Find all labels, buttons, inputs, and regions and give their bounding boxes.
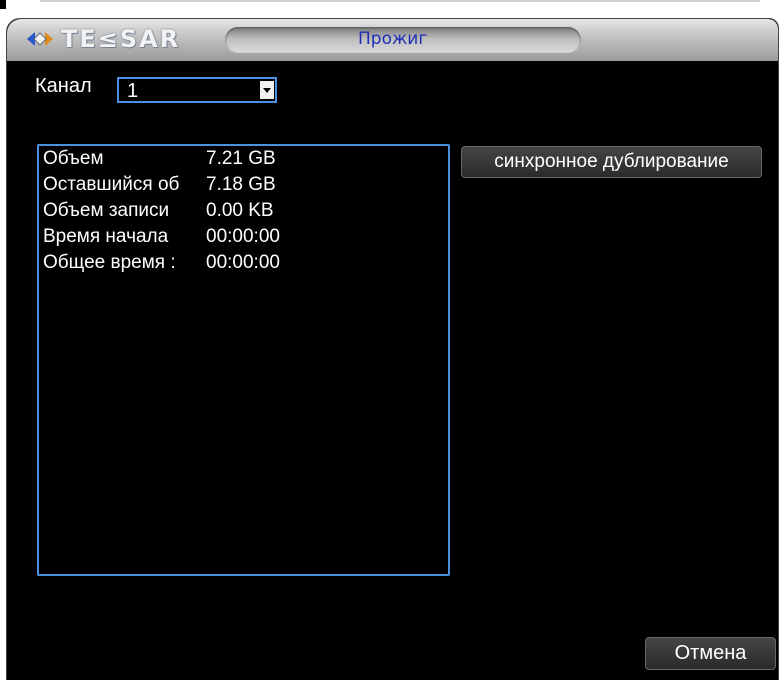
screen: TE≤SAR Прожиг Канал 1 Объем 7.21 GB Остав… bbox=[0, 0, 779, 687]
top-edge bbox=[0, 0, 779, 20]
channel-value: 1 bbox=[127, 80, 139, 102]
info-value: 7.18 GB bbox=[206, 174, 276, 195]
title-bar[interactable]: TE≤SAR Прожиг bbox=[7, 19, 778, 61]
channel-label: Канал bbox=[35, 75, 92, 97]
info-row-total-time: Общее время : 00:00:00 bbox=[43, 252, 280, 278]
brand-logo: TE≤SAR bbox=[25, 25, 180, 53]
edge-line bbox=[40, 0, 760, 8]
cancel-button[interactable]: Отмена bbox=[645, 637, 776, 670]
info-value: 7.21 GB bbox=[206, 148, 276, 169]
info-label: Общее время : bbox=[43, 252, 176, 273]
info-row-record-volume: Объем записи 0.00 KB bbox=[43, 200, 274, 226]
info-row-volume: Объем 7.21 GB bbox=[43, 148, 276, 174]
bottom-edge bbox=[0, 680, 779, 687]
brand-text: TE≤SAR bbox=[61, 25, 181, 53]
info-panel: Объем 7.21 GB Оставшийся об 7.18 GB Объем … bbox=[37, 144, 450, 576]
edge-mark bbox=[0, 0, 6, 9]
info-label: Объем bbox=[43, 148, 104, 169]
info-label: Объем записи bbox=[43, 200, 170, 221]
channel-select[interactable]: 1 bbox=[117, 77, 277, 103]
backup-dialog: TE≤SAR Прожиг Канал 1 Объем 7.21 GB Остав… bbox=[6, 18, 779, 687]
info-value: 00:00:00 bbox=[206, 226, 280, 247]
sync-backup-button[interactable]: синхронное дублирование bbox=[461, 146, 762, 178]
logo-diamond-icon bbox=[25, 29, 55, 49]
info-row-start-time: Время начала 00:00:00 bbox=[43, 226, 280, 252]
info-label: Оставшийся об bbox=[43, 174, 180, 195]
info-label: Время начала bbox=[43, 226, 169, 247]
window-title: Прожиг bbox=[358, 29, 428, 49]
chevron-down-icon[interactable] bbox=[260, 81, 274, 99]
info-value: 00:00:00 bbox=[206, 252, 280, 273]
info-value: 0.00 KB bbox=[206, 200, 274, 221]
info-row-remaining: Оставшийся об 7.18 GB bbox=[43, 174, 276, 200]
